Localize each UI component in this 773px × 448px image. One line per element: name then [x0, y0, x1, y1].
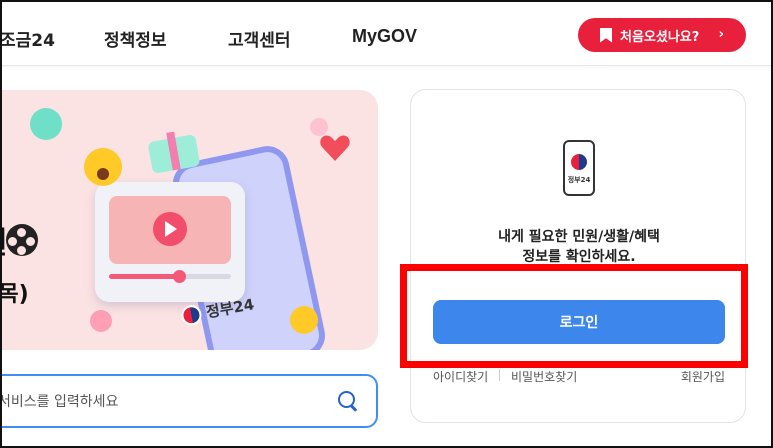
- first-visit-button[interactable]: 처음오셨나요? ›: [578, 18, 746, 52]
- search-box: [0, 374, 378, 428]
- find-password-link[interactable]: 비밀번호찾기: [511, 368, 577, 385]
- nav-item-subsidy[interactable]: 조금24: [0, 26, 55, 51]
- login-card: 정부24 내게 필요한 민원/생활/혜택 정보를 확인하세요. 로그인 아이디찾…: [410, 89, 746, 423]
- play-icon: [153, 212, 187, 246]
- link-divider: [499, 369, 500, 381]
- nav-item-mygov[interactable]: MyGOV: [352, 26, 417, 47]
- laughing-emoji-icon: [290, 306, 318, 334]
- login-button[interactable]: 로그인: [433, 300, 725, 344]
- signup-link[interactable]: 회원가입: [681, 368, 725, 385]
- find-id-link[interactable]: 아이디찾기: [433, 368, 488, 385]
- video-player-illustration: [95, 182, 245, 302]
- decor-bubble: [310, 118, 328, 136]
- decor-bubble: [90, 310, 112, 332]
- nav-item-customer-center[interactable]: 고객센터: [228, 26, 291, 51]
- banner-date: .(목): [0, 282, 29, 307]
- search-input[interactable]: [0, 390, 318, 414]
- progress-knob: [173, 270, 186, 283]
- promo-banner[interactable]: 정부24 현 .(목): [0, 90, 378, 350]
- top-navigation: 조금24 정책정보 고객센터 MyGOV 처음오셨나요? ›: [0, 0, 773, 66]
- chevron-right-icon: ›: [718, 27, 724, 42]
- film-reel-icon: [6, 224, 38, 256]
- first-visit-label: 처음오셨나요?: [620, 29, 700, 45]
- login-description: 내게 필요한 민원/생활/혜택 정보를 확인하세요.: [498, 229, 660, 265]
- nav-item-policy-info[interactable]: 정책정보: [104, 26, 167, 51]
- bookmark-icon: [600, 27, 612, 43]
- surprised-emoji-icon: [84, 148, 122, 186]
- taegeuk-icon: [179, 303, 203, 327]
- mobile-gov24-icon: 정부24: [563, 140, 595, 196]
- progress-bar: [109, 274, 231, 279]
- heart-icon: [320, 134, 350, 162]
- search-icon[interactable]: [338, 391, 358, 411]
- mobile-icon-label: 정부24: [567, 176, 591, 184]
- decor-bubble: [30, 108, 62, 140]
- taegeuk-icon: [571, 154, 587, 170]
